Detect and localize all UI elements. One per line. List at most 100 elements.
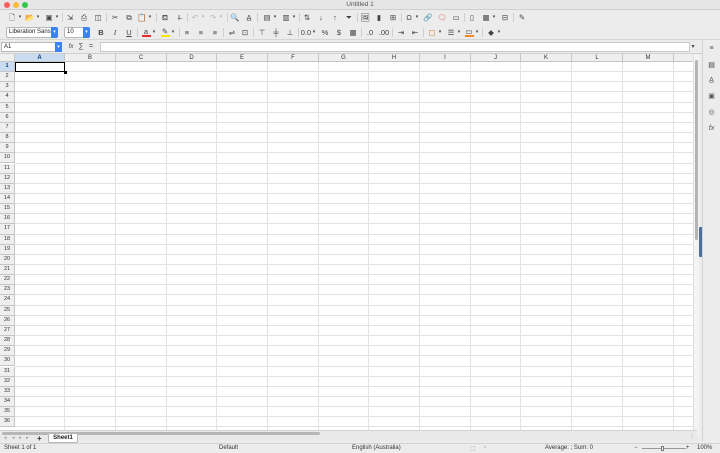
zoom-level[interactable]: 100% [697,445,712,451]
row-header-23[interactable]: 23 [0,285,15,296]
row-header-20[interactable]: 20 [0,254,15,265]
row-header-28[interactable]: 28 [0,336,15,347]
zoom-slider[interactable] [642,448,686,449]
column-header-g[interactable]: G [319,54,369,62]
zoom-slider-knob[interactable] [661,446,664,451]
row-header-12[interactable]: 12 [0,173,15,184]
border-color-dropdown-icon[interactable]: ▾ [474,27,480,38]
paste-icon[interactable]: 📋 [137,12,147,23]
center-vertically-icon[interactable]: ╪ [271,27,281,38]
row-icon[interactable]: ▤ [262,12,272,23]
name-box-dropdown-icon[interactable]: ▾ [55,42,62,52]
zoom-out-button[interactable]: − [634,445,638,451]
row-header-22[interactable]: 22 [0,275,15,286]
row-header-16[interactable]: 16 [0,214,15,225]
undo-icon[interactable]: ↶ [190,12,200,23]
add-decimal-icon[interactable]: .0 [365,27,375,38]
row-header-25[interactable]: 25 [0,305,15,316]
find-replace-icon[interactable]: 🔍 [230,12,240,23]
font-size-combo[interactable]: 10 ▾ [64,27,90,38]
zoom-in-button[interactable]: + [686,445,690,451]
column-header-h[interactable]: H [369,54,420,62]
vertical-scroll-thumb[interactable] [695,60,698,240]
functions-icon[interactable]: fx [706,123,717,134]
row-header-11[interactable]: 11 [0,163,15,174]
sum-icon[interactable]: ∑ [77,41,85,52]
first-sheet-icon[interactable]: ◂ [4,435,7,441]
bold-icon[interactable]: B [96,27,106,38]
undo-dropdown-icon[interactable]: ▾ [200,12,206,23]
number-format-icon[interactable]: 0.0 [301,27,311,38]
percent-icon[interactable]: % [320,27,330,38]
column-header-j[interactable]: J [471,54,521,62]
formula-input[interactable] [100,42,690,52]
autofilter-icon[interactable]: ⏷ [344,12,354,23]
row-header-27[interactable]: 27 [0,325,15,337]
border-style-dropdown-icon[interactable]: ▾ [456,27,462,38]
sheet-tab-sheet1[interactable]: Sheet1 [48,434,78,443]
row-header-19[interactable]: 19 [0,244,15,255]
sort-ascending-icon[interactable]: ↓ [316,12,326,23]
clone-formatting-icon[interactable]: ⛾ [160,12,170,23]
row-header-17[interactable]: 17 [0,224,15,235]
row-header-29[interactable]: 29 [0,346,15,357]
sort-icon[interactable]: ⇅ [302,12,312,23]
column-header-b[interactable]: B [65,54,116,62]
chart-icon[interactable]: ▮ [374,12,384,23]
print-preview-icon[interactable]: ◫ [93,12,103,23]
name-box[interactable]: A1 ▾ [1,42,62,52]
horizontal-scrollbar[interactable] [0,431,697,435]
copy-icon[interactable]: ⧉ [124,12,134,23]
save-icon[interactable]: ▣ [44,12,54,23]
row-header-9[interactable]: 9 [0,143,15,154]
column-header-k[interactable]: K [521,54,572,62]
row-header-2[interactable]: 2 [0,72,15,83]
open-dropdown-icon[interactable]: ▾ [35,12,41,23]
align-left-icon[interactable]: ≡ [182,27,192,38]
navigator-icon[interactable]: ◎ [706,107,717,118]
row-header-14[interactable]: 14 [0,193,15,205]
column-header-c[interactable]: C [116,54,167,62]
new-document-icon[interactable]: 🗋 [7,12,17,23]
number-format-dropdown-icon[interactable]: ▾ [311,27,317,38]
special-character-icon[interactable]: Ω [404,12,414,23]
column-dropdown-icon[interactable]: ▾ [291,12,297,23]
paste-dropdown-icon[interactable]: ▾ [147,12,153,23]
delete-decimal-icon[interactable]: .00 [379,27,389,38]
currency-icon[interactable]: $ [334,27,344,38]
row-header-36[interactable]: 36 [0,417,15,428]
row-header-3[interactable]: 3 [0,82,15,93]
add-sheet-button[interactable]: + [37,434,42,443]
font-color-dropdown-icon[interactable]: ▾ [151,27,157,38]
column-header-m[interactable]: M [623,54,674,62]
row-header-13[interactable]: 13 [0,183,15,194]
properties-icon[interactable]: ▤ [706,60,717,71]
row-header-8[interactable]: 8 [0,133,15,144]
column-header-d[interactable]: D [167,54,217,62]
previous-sheet-icon[interactable]: ◂ [12,435,15,441]
row-header-33[interactable]: 33 [0,386,15,397]
redo-dropdown-icon[interactable]: ▾ [218,12,224,23]
underline-icon[interactable]: U [124,27,134,38]
define-print-area-icon[interactable]: ▯ [467,12,477,23]
merge-center-icon[interactable]: ⊡ [240,27,250,38]
column-header-e[interactable]: E [217,54,268,62]
sidebar-menu-icon[interactable]: ≡ [706,43,717,54]
row-header-1[interactable]: 1 [0,62,15,73]
formula-icon[interactable]: = [87,41,95,52]
row-header-35[interactable]: 35 [0,407,15,418]
conditional-format-dropdown-icon[interactable]: ▾ [496,27,502,38]
image-icon[interactable]: 🖼 [360,12,370,23]
row-header-32[interactable]: 32 [0,376,15,387]
column-header-a[interactable]: A [15,54,65,62]
show-draw-functions-icon[interactable]: ✎ [517,12,527,23]
pivot-table-icon[interactable]: ⊞ [388,12,398,23]
wrap-text-icon[interactable]: ⇌ [227,27,237,38]
row-dropdown-icon[interactable]: ▾ [272,12,278,23]
row-header-26[interactable]: 26 [0,315,15,326]
comment-icon[interactable]: 🗨 [437,12,447,23]
align-top-icon[interactable]: ⊤ [257,27,267,38]
decrease-indent-icon[interactable]: ⇤ [410,27,420,38]
special-character-dropdown-icon[interactable]: ▾ [414,12,420,23]
page-style-status[interactable]: Default [219,445,238,451]
